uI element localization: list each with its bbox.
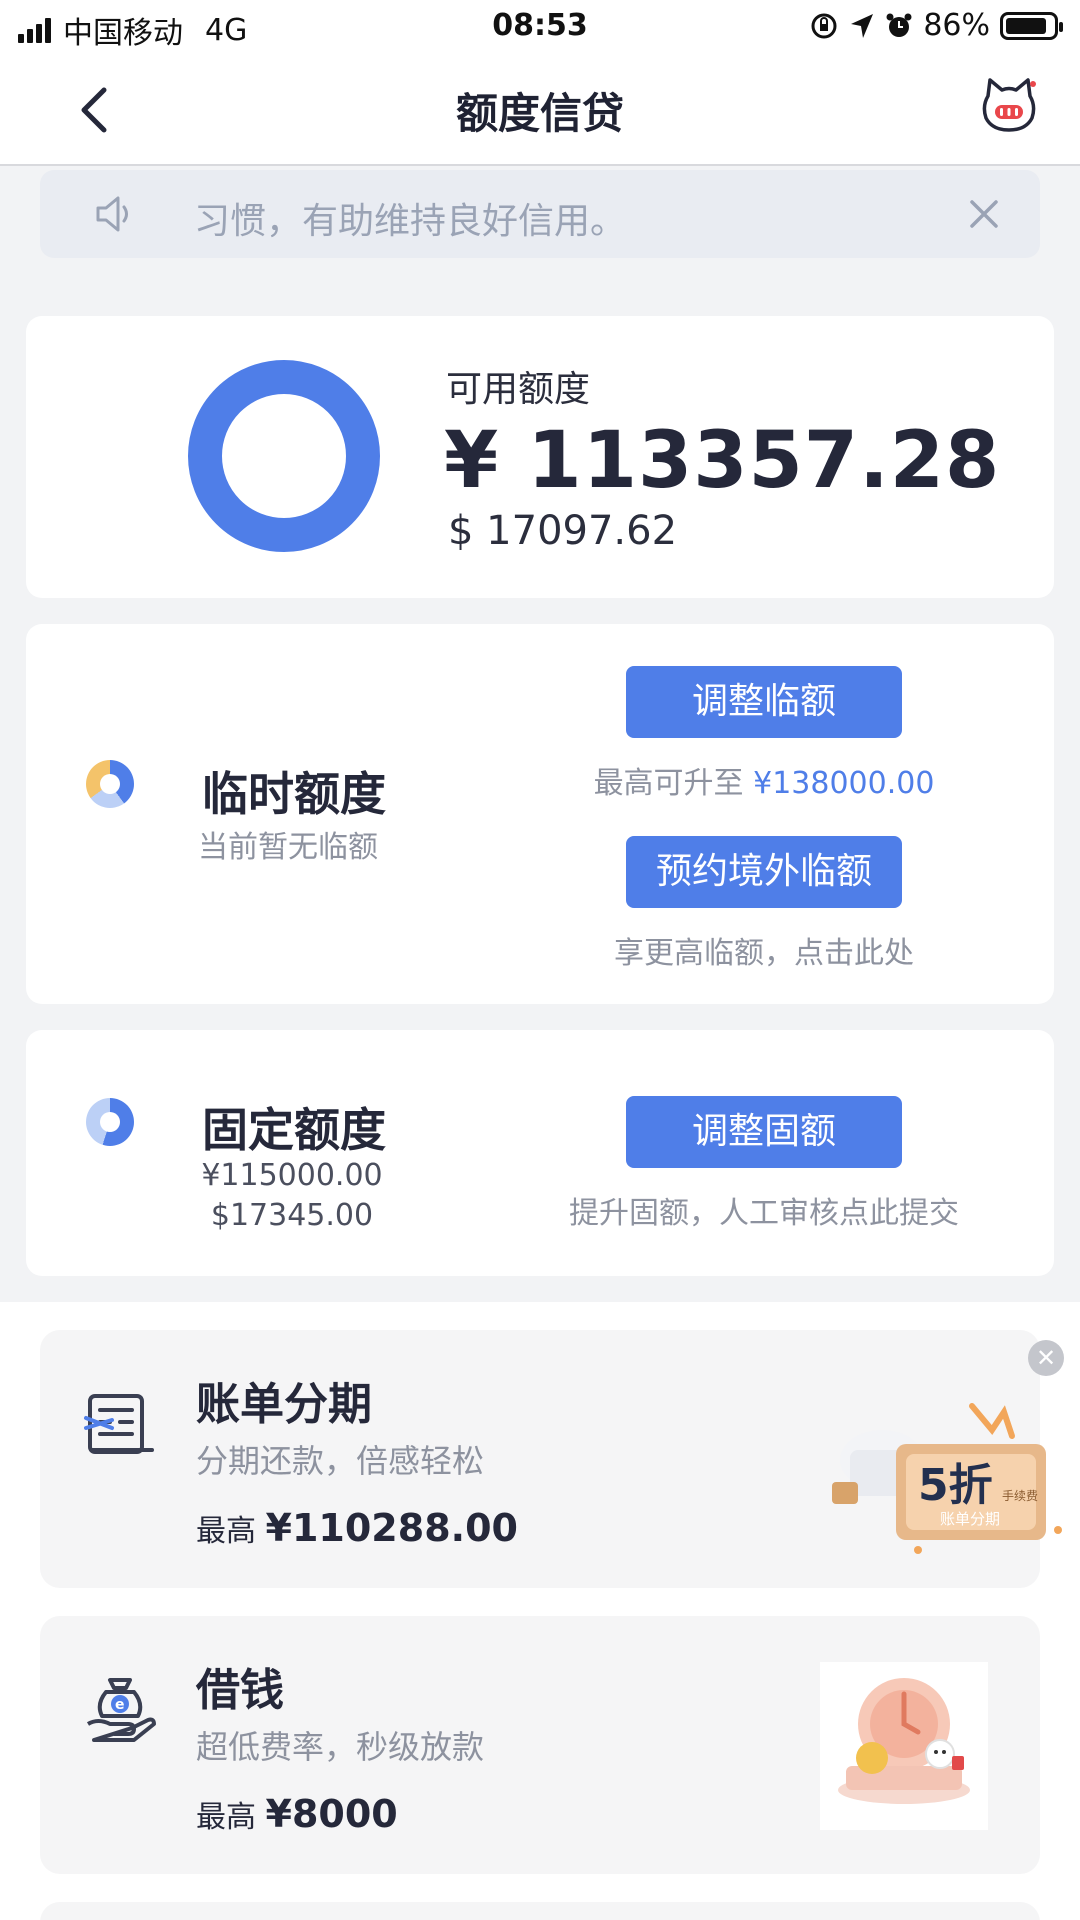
- next-promo: [40, 1902, 1040, 1920]
- borrow-max-amount: ¥8000: [265, 1792, 398, 1836]
- cat-mascot-icon[interactable]: [980, 76, 1038, 134]
- close-badge-icon[interactable]: ✕: [1028, 1340, 1064, 1376]
- bill-installment-max-amount: ¥110288.00: [265, 1506, 518, 1550]
- temp-limit-card: 临时额度 当前暂无临额 调整临额 最高可升至 ¥138000.00 预约境外临额…: [26, 624, 1054, 1004]
- borrow-subtitle: 超低费率，秒级放款: [196, 1728, 485, 1766]
- svg-text:e: e: [115, 1697, 125, 1713]
- bill-installment-icon: [84, 1394, 154, 1454]
- badge-fee-text: 手续费: [1002, 1489, 1038, 1503]
- alarm-icon: [886, 13, 912, 37]
- bill-installment-max: 最高 ¥110288.00: [196, 1506, 518, 1550]
- temp-limit-subtitle: 当前暂无临额: [198, 830, 378, 865]
- nav-bar: 额度信贷: [0, 54, 1080, 166]
- fixed-limit-title: 固定额度: [202, 1103, 386, 1157]
- location-arrow-icon: [851, 13, 874, 38]
- fixed-limit-card: 固定额度 ¥115000.00 $17345.00 调整固额 提升固额，人工审核…: [26, 1030, 1054, 1276]
- available-credit-cny: ¥ 113357.28: [444, 416, 1001, 506]
- fixed-limit-donut-icon: [86, 1098, 134, 1146]
- max-temp-limit-amount: ¥138000.00: [753, 766, 935, 801]
- temp-limit-title: 临时额度: [202, 767, 386, 821]
- available-credit-label: 可用额度: [446, 369, 591, 410]
- bill-installment-subtitle: 分期还款，倍感轻松: [196, 1442, 485, 1480]
- battery-percent: 86%: [923, 8, 990, 43]
- speaker-icon: [96, 196, 128, 232]
- overseas-temp-limit-note[interactable]: 享更高临额，点击此处: [534, 928, 994, 972]
- adjust-fixed-limit-button[interactable]: 调整固额: [626, 1096, 902, 1168]
- notice-text: 习惯，有助维持良好信用。: [194, 201, 627, 242]
- bill-installment-title: 账单分期: [196, 1379, 372, 1430]
- borrow-illustration: [820, 1662, 988, 1830]
- temp-limit-donut-icon: [86, 760, 134, 808]
- badge-discount-text: 5折: [918, 1460, 993, 1511]
- borrow-title: 借钱: [196, 1665, 284, 1716]
- close-icon[interactable]: [962, 192, 1006, 236]
- discount-badge-illustration[interactable]: 5折 手续费 账单分期: [822, 1400, 1068, 1570]
- badge-caption-text: 账单分期: [940, 1510, 1000, 1528]
- battery-icon: [1000, 11, 1063, 40]
- overseas-temp-limit-button[interactable]: 预约境外临额: [626, 836, 902, 908]
- money-bag-hand-icon: e: [86, 1678, 156, 1742]
- fixed-limit-usd: $17345.00: [210, 1198, 374, 1233]
- available-credit-usd: $ 17097.62: [448, 508, 678, 554]
- adjust-fixed-limit-note[interactable]: 提升固额，人工审核点此提交: [534, 1188, 994, 1232]
- adjust-temp-limit-button[interactable]: 调整临额: [626, 666, 902, 738]
- available-credit-ring: [188, 360, 380, 552]
- rotation-lock-icon: [811, 13, 837, 38]
- notice-banner[interactable]: 习惯，有助维持良好信用。: [40, 170, 1040, 258]
- page-title: 额度信贷: [455, 89, 624, 138]
- borrow-max: 最高 ¥8000: [196, 1792, 398, 1836]
- fixed-limit-cny: ¥115000.00: [201, 1158, 383, 1193]
- available-credit-card: 可用额度 ¥ 113357.28 $ 17097.62: [26, 316, 1054, 598]
- status-bar: 中国移动 4G 08:53 86%: [0, 0, 1080, 54]
- adjust-temp-limit-note: 最高可升至 ¥138000.00: [593, 766, 935, 801]
